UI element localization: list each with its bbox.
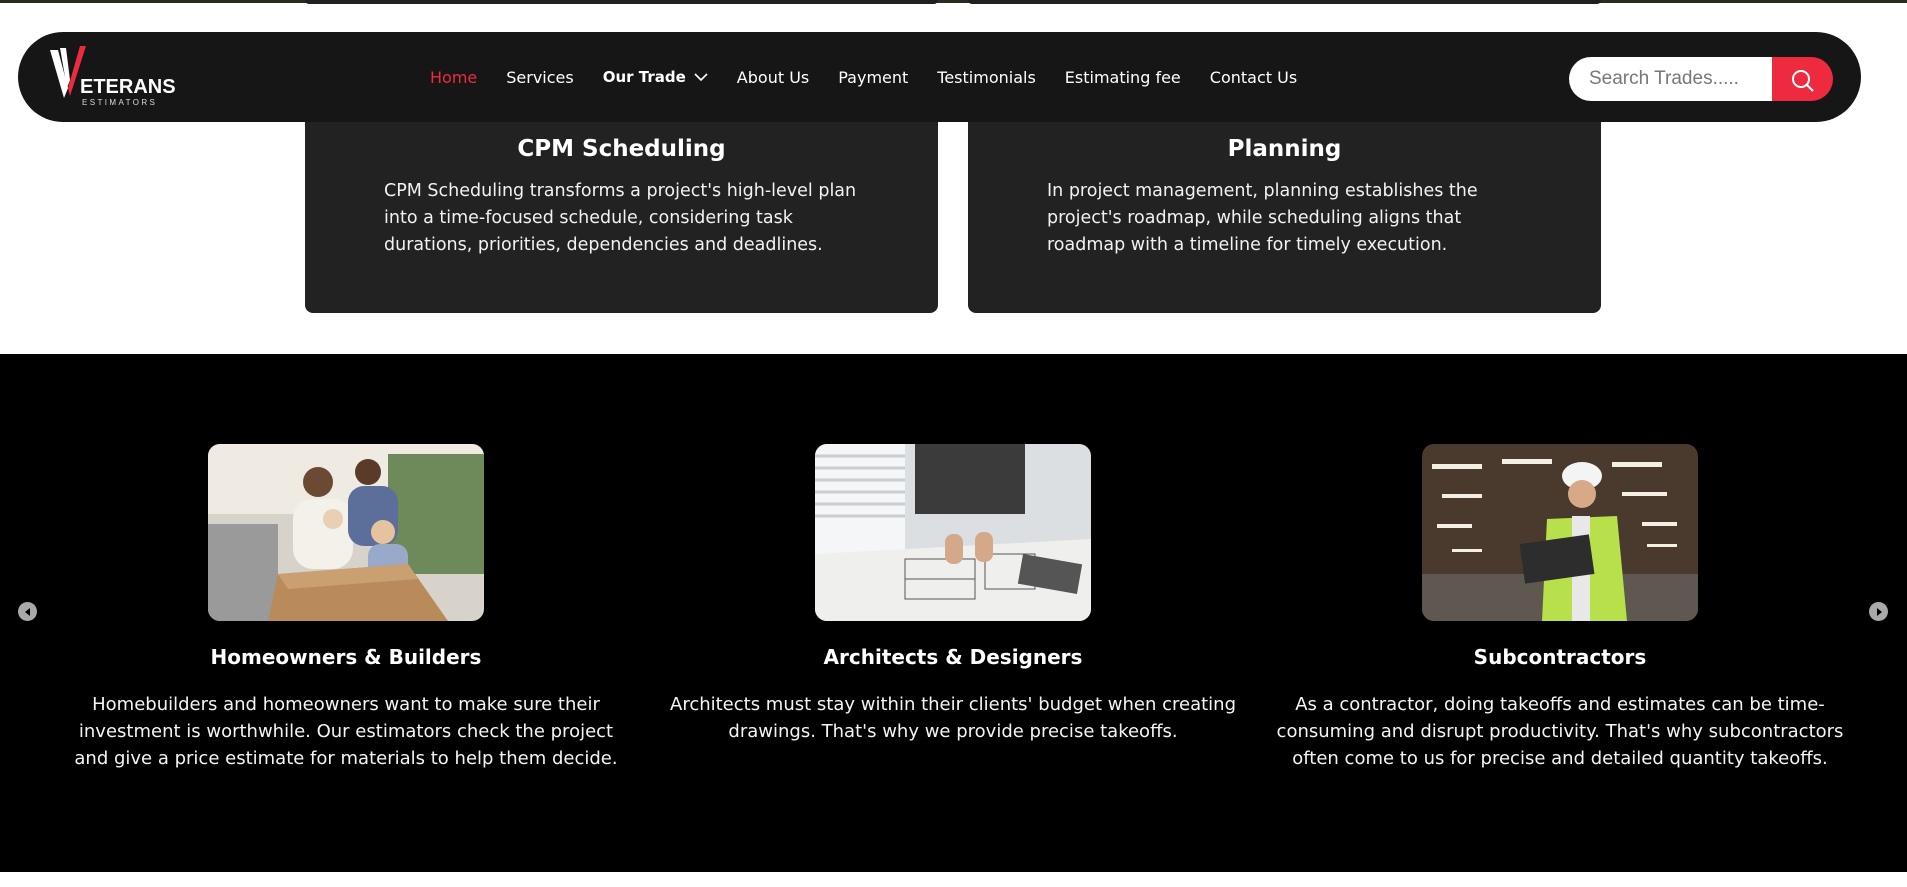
card-top-edge (968, 0, 1601, 4)
logo-text: ETERANS (80, 76, 176, 98)
card-top-edge (305, 0, 938, 4)
blueprint-review-photo (815, 444, 1091, 621)
nav-testimonials[interactable]: Testimonials (937, 68, 1036, 87)
search-bar (1569, 57, 1833, 101)
nav-estimating-fee[interactable]: Estimating fee (1065, 68, 1181, 87)
search-icon (1791, 70, 1814, 92)
audience-text: Homebuilders and homeowners want to make… (74, 694, 618, 769)
audience-title: Architects & Designers (823, 645, 1083, 669)
feature-title: CPM Scheduling (517, 136, 726, 162)
search-button[interactable] (1772, 57, 1833, 101)
audience-text: Architects must stay within their client… (670, 694, 1236, 742)
feature-title: Planning (1227, 136, 1342, 162)
feature-text: CPM Scheduling transforms a project's hi… (384, 181, 857, 255)
search-input[interactable] (1569, 57, 1779, 101)
audience-section: Homeowners & Builders Homebuilders and h… (0, 354, 1907, 872)
site-logo[interactable]: ETERANS ESTIMATORS (48, 46, 176, 107)
logo-subtext: ESTIMATORS (82, 98, 158, 107)
worker-laptop-warehouse-photo (1422, 444, 1698, 621)
feature-text: In project management, planning establis… (1047, 181, 1478, 255)
audience-card-subcontractors: Subcontractors As a contractor, doing ta… (1275, 444, 1845, 772)
audience-card-architects: Architects & Designers Architects must s… (668, 444, 1238, 745)
carousel-next-button[interactable] (1869, 602, 1888, 621)
chevron-left-icon (24, 607, 30, 616)
audience-card-homeowners: Homeowners & Builders Homebuilders and h… (61, 444, 631, 772)
top-border (0, 0, 1907, 3)
audience-text: As a contractor, doing takeoffs and esti… (1276, 694, 1844, 769)
family-unpacking-photo (208, 444, 484, 621)
main-navbar: ETERANS ESTIMATORS Home Services Our Tra… (18, 32, 1861, 122)
nav-our-trade-label: Our Trade (602, 68, 686, 86)
carousel-prev-button[interactable] (18, 602, 37, 621)
chevron-right-icon (1876, 607, 1882, 616)
nav-payment[interactable]: Payment (838, 68, 908, 87)
audience-title: Homeowners & Builders (210, 645, 482, 669)
nav-services[interactable]: Services (506, 68, 573, 87)
audience-title: Subcontractors (1473, 645, 1647, 669)
nav-menu: Home Services Our Trade About Us Payment… (430, 32, 1326, 122)
nav-home[interactable]: Home (430, 68, 477, 87)
nav-our-trade[interactable]: Our Trade (603, 68, 708, 86)
chevron-down-icon (694, 73, 708, 82)
nav-contact-us[interactable]: Contact Us (1210, 68, 1297, 87)
nav-about-us[interactable]: About Us (737, 68, 809, 87)
